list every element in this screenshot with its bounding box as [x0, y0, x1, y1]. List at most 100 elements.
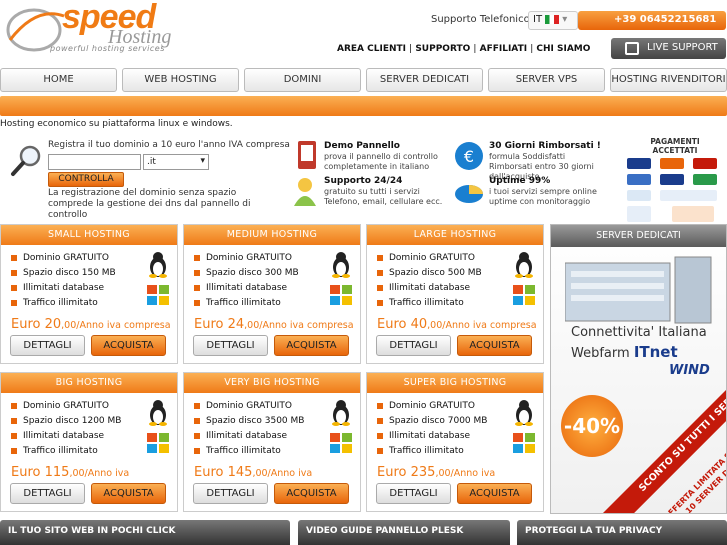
price-currency: Euro: [11, 465, 41, 480]
plan-database: Illimitati database: [194, 431, 287, 441]
linux-tux-icon: [514, 399, 534, 426]
phone-number: +39 06452215681: [578, 11, 726, 30]
plan-card: MEDIUM HOSTING Dominio GRATUITO Spazio dis…: [183, 224, 361, 364]
server-promo[interactable]: SERVER DEDICATI Connettivita' Italiana W…: [550, 224, 727, 514]
domain-label: Registra il tuo dominio a 10 euro l'anno…: [48, 140, 290, 150]
details-button[interactable]: DETTAGLI: [376, 483, 451, 504]
plan-traffic: Traffico illimitato: [194, 298, 281, 308]
linux-tux-icon: [331, 399, 351, 426]
euro-refund-icon: €: [455, 142, 483, 170]
phone-demo-icon: [298, 141, 316, 169]
live-support-button[interactable]: LIVE SUPPORT: [611, 38, 726, 59]
link-chi-siamo[interactable]: CHI SIAMO: [536, 44, 590, 54]
buy-button[interactable]: ACQUISTA: [457, 483, 532, 504]
nav-web-hosting[interactable]: WEB HOSTING: [122, 68, 239, 92]
support-label: Supporto Telefonico: [431, 14, 530, 25]
italy-flag-icon: [545, 14, 560, 24]
plan-domain: Dominio GRATUITO: [194, 253, 292, 263]
promo-line2: Webfarm ITnet: [571, 343, 678, 361]
plan-card: SUPER BIG HOSTING Dominio GRATUITO Spazio …: [366, 372, 544, 512]
promo-head: SERVER DEDICATI: [551, 225, 726, 247]
plan-price: Euro 24,00/Anno iva compresa: [194, 317, 354, 332]
plan-disk: Spazio disco 500 MB: [377, 268, 482, 278]
buy-button[interactable]: ACQUISTA: [457, 335, 532, 356]
buy-button[interactable]: ACQUISTA: [274, 483, 349, 504]
nav-hosting-rivenditori[interactable]: HOSTING RIVENDITORI: [610, 68, 727, 92]
domain-note: La registrazione del dominio senza spazi…: [48, 188, 251, 220]
details-button[interactable]: DETTAGLI: [193, 335, 268, 356]
bank-card-icon: [627, 174, 651, 185]
details-button[interactable]: DETTAGLI: [193, 483, 268, 504]
nav-domini[interactable]: DOMINI: [244, 68, 361, 92]
bank-transfer-icon: [693, 174, 717, 185]
page-tagline: Hosting economico su piattaforma linux e…: [0, 119, 233, 129]
tab-video-guide[interactable]: VIDEO GUIDE PANNELLO PLESK: [298, 520, 510, 545]
server-rack-icon: [565, 256, 712, 324]
plan-traffic: Traffico illimitato: [194, 446, 281, 456]
nav-server-vps[interactable]: SERVER VPS: [488, 68, 605, 92]
price-suffix: ,00/Anno iva compresa: [427, 320, 537, 331]
plan-title: SUPER BIG HOSTING: [367, 373, 543, 393]
intesa-sanpaolo-icon: [660, 190, 717, 201]
buy-button[interactable]: ACQUISTA: [91, 335, 166, 356]
plan-domain: Dominio GRATUITO: [377, 253, 475, 263]
nav-server-dedicati[interactable]: SERVER DEDICATI: [366, 68, 483, 92]
plan-traffic: Traffico illimitato: [11, 446, 98, 456]
domain-input[interactable]: [48, 154, 141, 170]
buy-button[interactable]: ACQUISTA: [91, 483, 166, 504]
chevron-down-icon: ▾: [562, 14, 568, 25]
windows-logo-icon: [511, 431, 537, 455]
plan-title: SMALL HOSTING: [1, 225, 177, 245]
plan-database: Illimitati database: [11, 431, 104, 441]
plan-database: Illimitati database: [377, 283, 470, 293]
visa-card-icon: [627, 158, 651, 169]
chat-icon: [625, 42, 639, 55]
plan-title: VERY BIG HOSTING: [184, 373, 360, 393]
price-currency: Euro: [194, 465, 224, 480]
feature-support-title: Supporto 24/24: [324, 176, 403, 186]
plan-database: Illimitati database: [377, 431, 470, 441]
mastercard-securecode-icon: [672, 206, 714, 222]
uptime-chart-icon: [455, 185, 483, 203]
feature-demo-title[interactable]: Demo Pannello: [324, 141, 400, 151]
language-select[interactable]: IT ▾: [528, 11, 578, 30]
nav-home[interactable]: HOME: [0, 68, 117, 92]
price-value: 40: [410, 317, 428, 332]
details-button[interactable]: DETTAGLI: [10, 335, 85, 356]
plan-disk: Spazio disco 7000 MB: [377, 416, 487, 426]
tld-select[interactable]: .it: [143, 154, 209, 170]
itnet-logo: ITnet: [633, 343, 678, 361]
plan-card: SMALL HOSTING Dominio GRATUITO Spazio disc…: [0, 224, 178, 364]
link-area-clienti[interactable]: AREA CLIENTI: [337, 44, 406, 54]
american-express-icon: [660, 174, 684, 185]
plan-database: Illimitati database: [194, 283, 287, 293]
link-affiliati[interactable]: AFFILIATI: [480, 44, 527, 54]
price-value: 115: [44, 465, 70, 480]
details-button[interactable]: DETTAGLI: [10, 483, 85, 504]
mastercard-icon: [660, 158, 684, 169]
tab-privacy[interactable]: PROTEGGI LA TUA PRIVACY: [517, 520, 727, 545]
plan-disk: Spazio disco 3500 MB: [194, 416, 304, 426]
main-nav: HOME WEB HOSTING DOMINI SERVER DEDICATI …: [0, 68, 727, 92]
promo-webfarm: Webfarm: [571, 346, 630, 361]
price-currency: Euro: [194, 317, 224, 332]
feature-support-text: gratuito su tutti i servizi Telefono, em…: [324, 187, 443, 206]
svg-text:€: €: [464, 147, 474, 166]
buy-button[interactable]: ACQUISTA: [274, 335, 349, 356]
plan-disk: Spazio disco 300 MB: [194, 268, 299, 278]
price-currency: Euro: [377, 465, 407, 480]
feature-uptime-title: Uptime 99%: [489, 176, 551, 186]
plan-card: LARGE HOSTING Dominio GRATUITO Spazio disc…: [366, 224, 544, 364]
plan-title: MEDIUM HOSTING: [184, 225, 360, 245]
link-supporto[interactable]: SUPPORTO: [415, 44, 470, 54]
wind-logo: WIND: [669, 363, 710, 378]
details-button[interactable]: DETTAGLI: [376, 335, 451, 356]
plan-price: Euro 20,00/Anno iva compresa: [11, 317, 171, 332]
plan-traffic: Traffico illimitato: [377, 298, 464, 308]
price-value: 145: [227, 465, 253, 480]
price-suffix: ,00/Anno iva compresa: [244, 320, 354, 331]
plan-traffic: Traffico illimitato: [377, 446, 464, 456]
feature-demo-text: prova il pannello di controllo completam…: [324, 152, 438, 171]
tab-sito-web[interactable]: IL TUO SITO WEB IN POCHI CLICK: [0, 520, 290, 545]
check-domain-button[interactable]: CONTROLLA: [48, 172, 124, 187]
